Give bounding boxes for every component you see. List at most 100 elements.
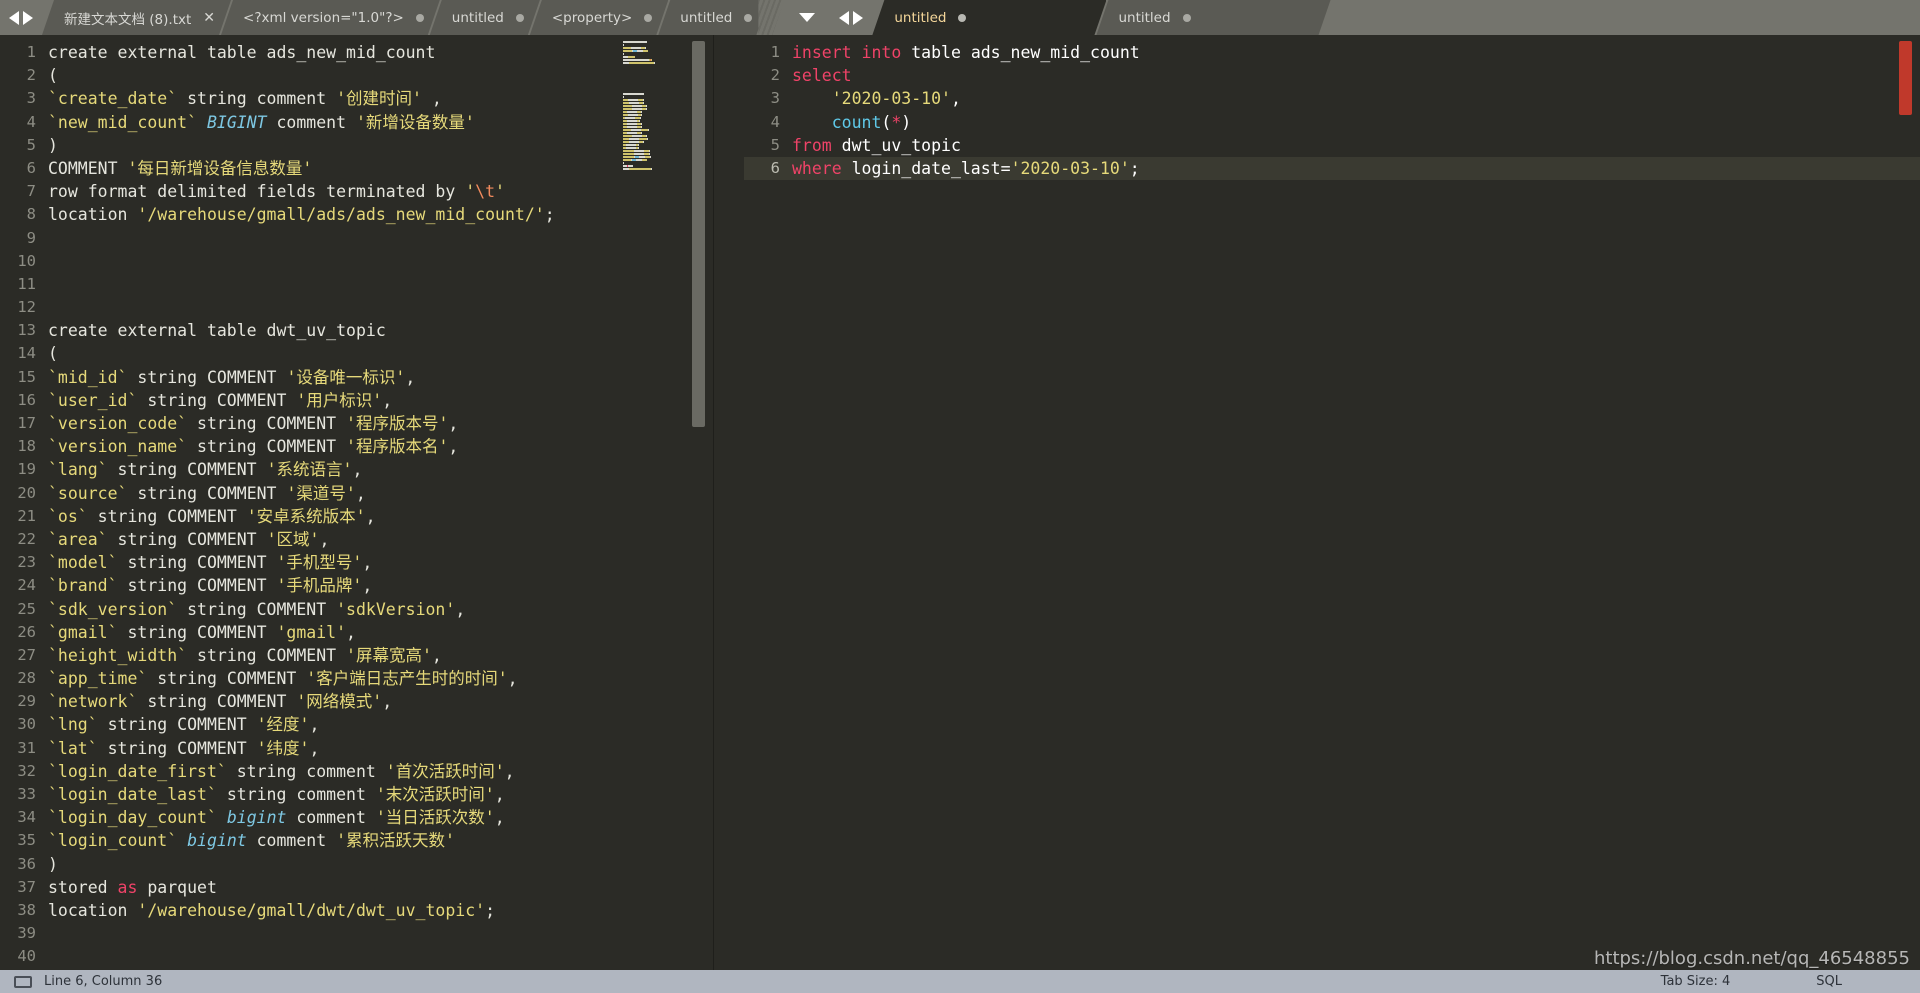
token: create external table dwt_uv_topic [48,321,386,341]
tab-new-text-document[interactable]: 新建文本文档 (8).txt ✕ [42,0,231,35]
unsaved-dot-icon[interactable] [744,14,752,22]
code-line[interactable]: 2( [0,64,713,87]
code-line[interactable]: 10 [0,250,713,273]
code-line[interactable]: 32 `login_date_first` string comment '首次活… [0,760,713,783]
code-line[interactable]: 33 `login_date_last` string comment '末次活跃… [0,783,713,806]
editor-pane-right[interactable]: 1 insert into table ads_new_mid_count 2 sel… [713,35,1920,970]
code-line[interactable]: 5 from dwt_uv_topic [744,134,1920,157]
code-line[interactable]: 6 COMMENT '每日新增设备信息数量' [0,157,713,180]
nav-forward-icon[interactable] [23,10,33,25]
language-label[interactable]: SQL [1816,974,1842,989]
code-line[interactable]: 16 `user_id` string COMMENT '用户标识', [0,389,713,412]
left-code-area[interactable]: 1 create external table ads_new_mid_count… [0,35,713,969]
code-line[interactable]: 30 `lng` string COMMENT '经度', [0,713,713,736]
minimap-line [623,120,679,122]
token: '区域' [266,529,320,549]
tab-property[interactable]: <property> [530,0,668,35]
line-number: 6 [26,158,36,177]
chevron-down-icon[interactable] [799,13,816,22]
token: `gmail` [48,622,118,642]
code-line[interactable]: 40 [0,945,713,968]
code-line[interactable]: 1 create external table ads_new_mid_count [0,41,713,64]
code-line[interactable]: 36) [0,853,713,876]
tab-untitled-active[interactable]: untitled [872,0,1106,35]
right-code-area[interactable]: 1 insert into table ads_new_mid_count 2 sel… [714,35,1920,181]
line-text: row format delimited fields terminated b… [48,180,713,203]
unsaved-dot-icon[interactable] [516,14,524,22]
code-line[interactable]: 9 [0,227,713,250]
code-line[interactable]: 8 location '/warehouse/gmall/ads/ads_new_… [0,203,713,226]
minimap-segment [642,159,647,161]
code-line[interactable]: 3 `create_date` string comment '创建时间' , [0,87,713,110]
tab-untitled-1[interactable]: untitled [430,0,540,35]
nav-forward-icon[interactable] [853,10,864,25]
token: location [48,205,138,225]
code-line[interactable]: 37 stored as parquet [0,876,713,899]
code-line[interactable]: 3 '2020-03-10', [744,87,1920,110]
code-line[interactable]: 2 select [744,64,1920,87]
code-line[interactable]: 5) [0,134,713,157]
code-line[interactable]: 19 `lang` string COMMENT '系统语言', [0,458,713,481]
code-line[interactable]: 11 [0,273,713,296]
right-vertical-scrollbar[interactable] [1899,39,1912,970]
code-line[interactable]: 34 `login_day_count` bigint comment '当日活跃… [0,806,713,829]
code-line[interactable]: 28 `app_time` string COMMENT '客户端日志产生时的时间… [0,667,713,690]
tab-untitled-2[interactable]: untitled [658,0,768,35]
unsaved-dot-icon[interactable] [416,14,424,22]
code-line[interactable]: 29 `network` string COMMENT '网络模式', [0,690,713,713]
line-number: 28 [17,669,36,688]
scrollbar-thumb[interactable] [692,41,705,427]
code-line[interactable]: 31 `lat` string COMMENT '纬度', [0,737,713,760]
minimap-segment [646,108,647,110]
minimap-line [619,178,679,185]
code-line[interactable]: 12 [0,296,713,319]
code-line[interactable]: 13 create external table dwt_uv_topic [0,319,713,342]
tab-nav-arrows-left[interactable] [0,0,42,35]
code-line[interactable]: 27 `height_width` string COMMENT '屏幕宽高', [0,644,713,667]
minimap-segment [627,123,637,125]
tab-size-label[interactable]: Tab Size: 4 [1661,974,1731,989]
code-line[interactable]: 24 `brand` string COMMENT '手机品牌', [0,574,713,597]
close-icon[interactable]: ✕ [203,11,215,25]
code-line[interactable]: 25 `sdk_version` string COMMENT 'sdkVersi… [0,598,713,621]
tab-untitled-3[interactable]: untitled [1096,0,1330,35]
line-text: `height_width` string COMMENT '屏幕宽高', [48,644,713,667]
token: `os` [48,506,88,526]
minimap-segment [627,120,637,122]
unsaved-dot-icon[interactable] [1183,14,1191,22]
nav-back-icon[interactable] [9,10,19,25]
code-line[interactable]: 18 `version_name` string COMMENT '程序版本名', [0,435,713,458]
code-line[interactable]: 4 count(*) [744,111,1920,134]
token: , [362,576,373,596]
tab-overflow-button[interactable] [784,0,830,35]
code-line[interactable]: 4 `new_mid_count` BIGINT comment '新增设备数量' [0,111,713,134]
code-line[interactable]: 35 `login_count` bigint comment '累积活跃天数' [0,829,713,852]
code-line[interactable]: 38 location '/warehouse/gmall/dwt/dwt_uv_… [0,899,713,922]
unsaved-dot-icon[interactable] [644,14,652,22]
code-line[interactable]: 20 `source` string COMMENT '渠道号', [0,482,713,505]
code-line[interactable]: 17 `version_code` string COMMENT '程序版本号', [0,412,713,435]
nav-back-icon[interactable] [839,10,850,25]
code-line[interactable]: 1 insert into table ads_new_mid_count [744,41,1920,64]
code-line[interactable]: 15 `mid_id` string COMMENT '设备唯一标识', [0,366,713,389]
left-vertical-scrollbar[interactable] [692,39,705,970]
code-line[interactable]: 7 row format delimited fields terminated … [0,180,713,203]
code-line[interactable]: 14 ( [0,342,713,365]
line-number: 8 [26,205,36,224]
tab-xml-declaration[interactable]: <?xml version="1.0"?> [221,0,440,35]
code-line[interactable]: 21 `os` string COMMENT '安卓系统版本', [0,505,713,528]
line-number: 1 [770,43,780,61]
code-line[interactable]: 23 `model` string COMMENT '手机型号', [0,551,713,574]
editor-pane-left[interactable]: 1 create external table ads_new_mid_count… [0,35,713,970]
code-line[interactable]: 22 `area` string COMMENT '区域', [0,528,713,551]
line-number: 3 [26,89,36,108]
left-minimap[interactable] [619,35,679,970]
unsaved-dot-icon[interactable] [958,14,966,22]
code-line[interactable]: 26 `gmail` string COMMENT 'gmail', [0,621,713,644]
tab-nav-arrows-right[interactable] [830,0,872,35]
line-number: 5 [26,135,36,154]
scrollbar-thumb[interactable] [1899,41,1912,115]
code-line[interactable]: 6 where login_date_last='2020-03-10'; [744,156,1920,181]
code-line[interactable]: 39 [0,922,713,945]
